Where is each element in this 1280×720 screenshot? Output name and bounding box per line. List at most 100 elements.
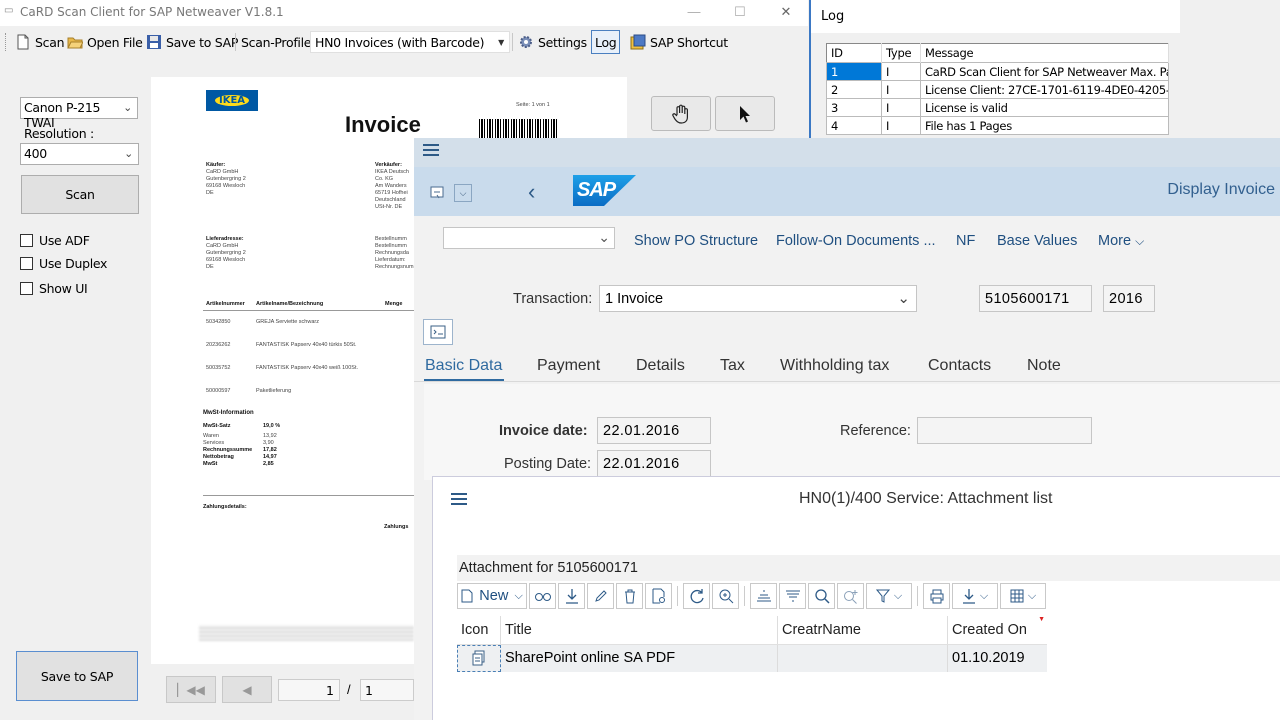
log-row[interactable]: 2 I License Client: 27CE-1701-6119-4DE0-… xyxy=(826,80,1169,99)
column-header-title[interactable]: Title xyxy=(501,616,778,644)
lieferadresse-line: 69168 Wiesloch xyxy=(206,257,246,263)
bestell-line: Rechnungsda xyxy=(375,250,409,256)
attachment-title[interactable]: SharePoint online SA PDF xyxy=(501,645,778,672)
close-icon[interactable]: ✕ xyxy=(772,2,800,22)
column-header-created-on[interactable]: Created On ▼ xyxy=(948,616,1047,644)
base-values-link[interactable]: Base Values xyxy=(997,233,1077,249)
attachment-grid: Icon Title CreatrName Created On ▼ Share… xyxy=(457,616,1047,672)
show-po-structure-link[interactable]: Show PO Structure xyxy=(634,233,758,249)
open-file-button[interactable]: Open File xyxy=(64,31,146,53)
current-page-input[interactable]: 1 xyxy=(278,679,340,701)
download-button[interactable] xyxy=(558,583,585,609)
item-number: 20236262 xyxy=(206,342,231,348)
tab-contacts[interactable]: Contacts xyxy=(928,357,991,375)
verkaeufer-line: USt-Nr. DE xyxy=(375,204,403,210)
mwst-value: 17,82 xyxy=(263,447,277,453)
kaeufer-line: Gutenbergring 2 xyxy=(206,176,246,182)
bestell-line: Lieferdatum: xyxy=(375,257,406,263)
resolution-select[interactable]: 400 ⌄ xyxy=(20,143,139,165)
nf-link[interactable]: NF xyxy=(956,233,975,249)
delete-button[interactable] xyxy=(616,583,643,609)
column-header-creator[interactable]: CreatrName xyxy=(778,616,948,644)
save-to-sap-button[interactable]: Save to SAP xyxy=(16,651,138,701)
verkaeufer-label: Verkäufer: xyxy=(375,162,402,168)
scanner-select[interactable]: Canon P-215 TWAI ⌄ xyxy=(20,97,138,130)
grid-layout-icon xyxy=(1010,589,1024,603)
scan-button[interactable]: Scan xyxy=(21,175,139,214)
export-button[interactable]: ⌵ xyxy=(952,583,998,609)
scan-toolbar-button[interactable]: Scan xyxy=(12,31,67,53)
checkbox-box xyxy=(20,257,33,270)
save-to-sap-toolbar-button[interactable]: Save to SAP xyxy=(143,31,241,53)
log-button[interactable]: Log xyxy=(591,30,621,54)
table-row[interactable]: SharePoint online SA PDF 01.10.2019 xyxy=(457,644,1047,672)
find-next-button[interactable] xyxy=(837,583,864,609)
column-header-icon[interactable]: Icon xyxy=(457,616,501,644)
maximize-icon[interactable]: ☐ xyxy=(726,2,754,22)
sap-shortcut-button[interactable]: SAP Shortcut xyxy=(627,31,731,53)
table-rule xyxy=(203,310,418,311)
previous-page-icon: ◀ xyxy=(242,682,252,697)
layout-button[interactable]: ⌵ xyxy=(1000,583,1046,609)
log-row[interactable]: 3 I License is valid xyxy=(826,98,1169,117)
open-file-label: Open File xyxy=(87,34,143,50)
command-field-button[interactable]: ⌵ xyxy=(427,183,475,203)
more-menu[interactable]: More ⌵ xyxy=(1098,233,1144,249)
settings-button[interactable]: Settings xyxy=(515,31,590,53)
log-message: License Client: 27CE-1701-6119-4DE0-4205… xyxy=(920,80,1169,99)
sort-ascending-button[interactable] xyxy=(750,583,777,609)
use-duplex-checkbox[interactable]: Use Duplex xyxy=(20,256,107,271)
tab-note[interactable]: Note xyxy=(1027,357,1061,375)
pointer-tool-button[interactable] xyxy=(715,96,775,131)
log-row[interactable]: 4 I File has 1 Pages xyxy=(826,116,1169,135)
minimize-icon[interactable]: — xyxy=(680,2,708,22)
column-header-message[interactable]: Message xyxy=(920,43,1169,63)
new-document-icon xyxy=(15,34,31,50)
new-attachment-button[interactable]: New ⌵ xyxy=(457,583,527,609)
show-ui-checkbox[interactable]: Show UI xyxy=(20,281,88,296)
edit-button[interactable] xyxy=(587,583,614,609)
zoom-button[interactable] xyxy=(712,583,739,609)
print-button[interactable] xyxy=(923,583,950,609)
sap-logo: SAP xyxy=(573,175,636,206)
mwst-value: 19,0 % xyxy=(263,423,281,429)
hamburger-menu-icon[interactable] xyxy=(422,142,440,158)
column-header-id[interactable]: ID xyxy=(826,43,882,63)
item-number: 50000597 xyxy=(206,388,231,394)
floppy-disk-icon xyxy=(146,34,162,50)
attributes-button[interactable] xyxy=(645,583,672,609)
tab-basic-data[interactable]: Basic Data xyxy=(425,357,502,375)
column-header-created-on-label: Created On xyxy=(952,622,1027,638)
log-row[interactable]: 1 I CaRD Scan Client for SAP Netweaver M… xyxy=(826,62,1169,81)
sap-shortcut-icon xyxy=(630,34,646,50)
log-table: ID Type Message 1 I CaRD Scan Client for… xyxy=(826,43,1169,135)
mwst-value: 14,97 xyxy=(263,454,277,460)
previous-page-button[interactable]: ◀ xyxy=(222,676,272,703)
attachment-list-dialog: HN0(1)/400 Service: Attachment list Atta… xyxy=(432,476,1280,720)
tab-withholding-tax[interactable]: Withholding tax xyxy=(780,357,889,375)
sort-descending-button[interactable] xyxy=(779,583,806,609)
find-button[interactable] xyxy=(808,583,835,609)
column-header-type[interactable]: Type xyxy=(881,43,921,63)
tab-payment[interactable]: Payment xyxy=(537,357,600,375)
bestell-line: Bestellnumm xyxy=(375,243,407,249)
back-icon[interactable]: ‹ xyxy=(528,179,535,205)
transaction-select[interactable]: 1 Invoice ⌄ xyxy=(599,285,917,312)
actions-dropdown[interactable]: ⌄ xyxy=(443,227,615,249)
follow-on-documents-link[interactable]: Follow-On Documents ... xyxy=(776,233,936,249)
refresh-button[interactable] xyxy=(683,583,710,609)
first-page-button[interactable]: ▏◀◀ xyxy=(166,676,216,703)
document-overview-button[interactable] xyxy=(423,319,453,345)
use-adf-checkbox[interactable]: Use ADF xyxy=(20,233,90,248)
scan-profile-select[interactable]: HN0 Invoices (with Barcode) ▼ xyxy=(310,31,510,53)
hamburger-menu-icon[interactable] xyxy=(450,491,468,507)
tab-details[interactable]: Details xyxy=(636,357,685,375)
tab-tax[interactable]: Tax xyxy=(720,357,745,375)
attachment-creator xyxy=(778,645,948,672)
hand-tool-button[interactable] xyxy=(651,96,711,131)
filter-button[interactable]: ⌵ xyxy=(866,583,912,609)
download-icon xyxy=(565,588,579,604)
display-button[interactable] xyxy=(529,583,556,609)
attachment-icon-cell[interactable] xyxy=(457,645,501,672)
printer-icon xyxy=(929,588,945,604)
